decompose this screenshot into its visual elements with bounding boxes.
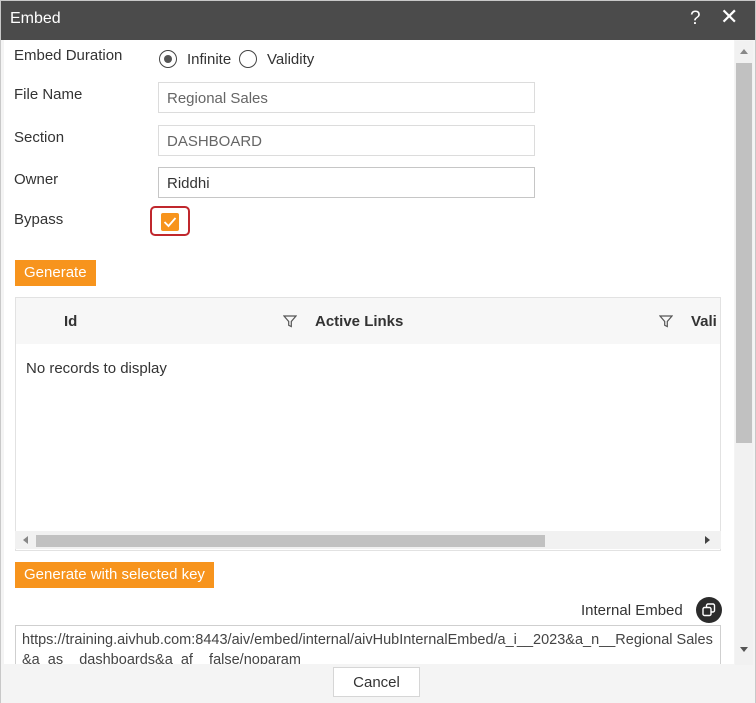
owner-label: Owner: [14, 171, 59, 188]
filter-icon[interactable]: [659, 315, 673, 328]
column-header-id[interactable]: Id: [64, 313, 77, 330]
file-name-label: File Name: [14, 86, 83, 103]
copy-icon[interactable]: [696, 597, 722, 623]
scroll-left-icon[interactable]: [23, 536, 28, 544]
bypass-checkbox[interactable]: [161, 213, 179, 231]
bypass-checkbox-highlight: [150, 206, 190, 236]
grid-horizontal-scrollbar[interactable]: [15, 531, 721, 549]
generate-button[interactable]: Generate: [15, 260, 96, 286]
radio-validity[interactable]: [239, 50, 257, 68]
column-header-active-links[interactable]: Active Links: [315, 313, 403, 330]
scroll-right-icon[interactable]: [705, 536, 710, 544]
radio-selected-dot: [163, 54, 172, 63]
copy-glyph: [702, 603, 716, 617]
file-name-field[interactable]: Regional Sales: [158, 82, 535, 113]
embed-dialog: Embed ? ✕ Embed Duration Infinite Validi…: [0, 0, 756, 703]
help-icon[interactable]: ?: [690, 8, 701, 30]
section-label: Section: [14, 129, 65, 146]
scrollbar-thumb[interactable]: [736, 63, 752, 443]
cancel-button[interactable]: Cancel: [333, 667, 420, 697]
dialog-vertical-scrollbar[interactable]: [735, 41, 753, 665]
dialog-body: Embed Duration Infinite Validity File Na…: [4, 40, 734, 664]
scroll-down-icon[interactable]: [740, 647, 748, 652]
generate-with-selected-key-button[interactable]: Generate with selected key: [15, 562, 214, 588]
embed-url-textarea[interactable]: https://training.aivhub.com:8443/aiv/emb…: [15, 625, 721, 664]
filter-icon[interactable]: [283, 315, 297, 328]
embed-duration-label: Embed Duration: [14, 47, 123, 64]
links-grid: Id Active Links Vali No records to displ…: [15, 297, 721, 551]
bypass-label: Bypass: [14, 211, 64, 228]
dialog-titlebar: Embed ? ✕: [1, 1, 755, 40]
check-icon: [163, 217, 177, 228]
internal-embed-label: Internal Embed: [581, 602, 683, 619]
dialog-footer: Cancel: [1, 665, 755, 703]
owner-field[interactable]: Riddhi: [158, 167, 535, 198]
grid-empty-message: No records to display: [26, 360, 167, 377]
radio-infinite[interactable]: [159, 50, 177, 68]
radio-infinite-label[interactable]: Infinite: [187, 51, 231, 68]
radio-validity-label[interactable]: Validity: [267, 51, 314, 68]
scrollbar-thumb[interactable]: [36, 535, 545, 547]
dialog-title: Embed: [10, 10, 61, 27]
scroll-up-icon[interactable]: [740, 49, 748, 54]
grid-header: Id Active Links Vali: [16, 298, 720, 344]
column-header-validity[interactable]: Vali: [691, 313, 717, 330]
section-field[interactable]: DASHBOARD: [158, 125, 535, 156]
close-icon[interactable]: ✕: [720, 6, 738, 28]
